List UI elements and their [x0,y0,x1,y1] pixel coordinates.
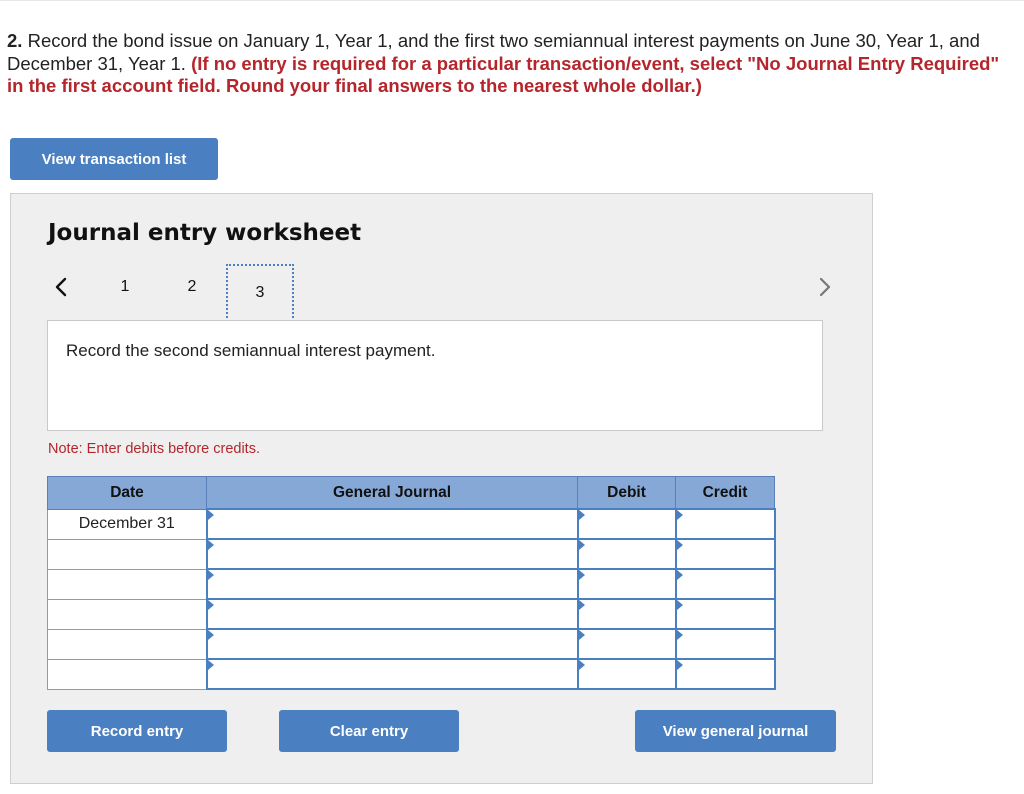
table-header-row: Date General Journal Debit Credit [47,476,775,510]
journal-entry-worksheet-panel: Journal entry worksheet 1 2 3 Record the… [10,193,873,784]
debit-input[interactable] [578,600,675,628]
question-prompt: 2. Record the bond issue on January 1, Y… [7,30,1017,98]
credit-cell[interactable] [674,508,776,540]
account-input[interactable] [207,630,577,658]
table-row [47,598,776,630]
credit-cell[interactable] [674,598,776,630]
debit-input[interactable] [578,510,675,538]
debit-input[interactable] [578,630,675,658]
account-cell[interactable] [205,598,579,630]
top-divider [0,0,1024,1]
credit-cell[interactable] [674,568,776,600]
debit-input[interactable] [578,570,675,598]
credit-input[interactable] [676,600,774,628]
credit-input[interactable] [676,630,774,658]
account-input[interactable] [207,600,577,628]
question-number: 2. [7,30,23,51]
credit-input[interactable] [676,660,774,688]
debit-cell[interactable] [576,538,677,570]
debit-input[interactable] [578,660,675,688]
credit-cell[interactable] [674,658,776,690]
date-cell[interactable] [47,568,207,600]
step-2-tab[interactable]: 2 [182,278,202,296]
table-row [47,538,776,570]
debit-cell[interactable] [576,628,677,660]
date-cell[interactable] [47,598,207,630]
clear-entry-button[interactable]: Clear entry [279,710,459,752]
table-row [47,628,776,660]
account-input[interactable] [207,570,577,598]
account-cell[interactable] [205,538,579,570]
entry-note: Note: Enter debits before credits. [48,441,260,457]
table-row [47,658,776,690]
view-general-journal-button[interactable]: View general journal [635,710,836,752]
debit-cell[interactable] [576,658,677,690]
journal-entry-table: Date General Journal Debit Credit Decemb… [47,476,776,690]
date-cell[interactable] [47,538,207,570]
debit-cell[interactable] [576,598,677,630]
worksheet-title: Journal entry worksheet [48,220,362,246]
account-cell[interactable] [205,508,579,540]
date-column-header: Date [47,476,207,510]
debit-column-header: Debit [577,476,676,510]
table-row [47,568,776,600]
table-row: December 31 [47,508,776,540]
debit-cell[interactable] [576,508,677,540]
chevron-left-icon[interactable] [51,274,71,300]
transaction-description-box: Record the second semiannual interest pa… [47,320,823,431]
credit-column-header: Credit [675,476,775,510]
account-input[interactable] [207,510,577,538]
date-cell[interactable] [47,658,207,690]
debit-cell[interactable] [576,568,677,600]
general-journal-column-header: General Journal [206,476,578,510]
credit-input[interactable] [676,540,774,568]
date-cell[interactable]: December 31 [47,508,207,540]
account-input[interactable] [207,540,577,568]
chevron-right-icon[interactable] [815,274,835,300]
step-3-tab-active[interactable]: 3 [226,264,294,322]
transaction-description: Record the second semiannual interest pa… [66,341,436,360]
account-cell[interactable] [205,628,579,660]
credit-input[interactable] [676,510,774,538]
debit-input[interactable] [578,540,675,568]
credit-input[interactable] [676,570,774,598]
account-cell[interactable] [205,568,579,600]
account-input[interactable] [207,660,577,688]
record-entry-button[interactable]: Record entry [47,710,227,752]
credit-cell[interactable] [674,538,776,570]
step-1-tab[interactable]: 1 [115,278,135,296]
credit-cell[interactable] [674,628,776,660]
view-transaction-list-button[interactable]: View transaction list [10,138,218,180]
date-cell[interactable] [47,628,207,660]
account-cell[interactable] [205,658,579,690]
